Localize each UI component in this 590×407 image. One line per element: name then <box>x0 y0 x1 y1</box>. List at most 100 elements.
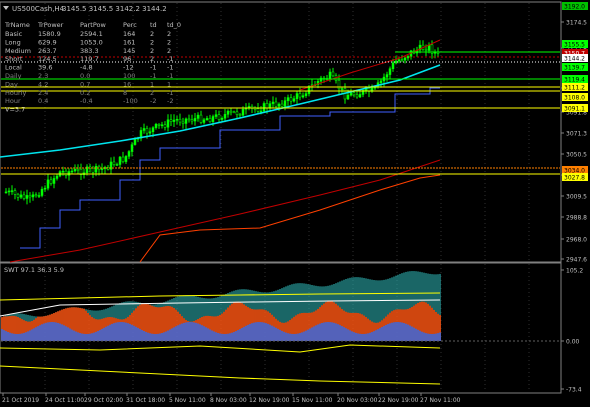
candle-body <box>346 94 350 100</box>
candle-body <box>391 62 395 69</box>
candle-body <box>379 80 383 83</box>
table-cell-td0: -1 <box>167 64 173 72</box>
candle-body <box>211 116 215 122</box>
indicator-tick-label: 0.00 <box>566 339 580 346</box>
price-label-text: 3119.4 <box>564 77 585 84</box>
candle-body <box>130 144 134 152</box>
candle-body <box>268 103 272 109</box>
table-cell-power: 2.4 <box>38 89 48 97</box>
table-cell-part: 2594.1 <box>80 30 103 38</box>
candle-body <box>199 114 203 123</box>
candle-body <box>256 108 260 112</box>
candle-body <box>148 131 152 134</box>
table-cell-perc: -12 <box>123 64 134 72</box>
table-cell-td: -1 <box>150 72 156 80</box>
table-header-5: td_0 <box>167 21 181 29</box>
candle-body <box>154 124 158 128</box>
table-cell-power: 2.3 <box>38 72 48 80</box>
table-cell-perc: 145 <box>123 47 135 55</box>
trend-step-line <box>139 174 441 263</box>
candle-body <box>49 179 53 184</box>
candle-body <box>259 110 263 113</box>
table-cell-part: 119.7 <box>80 55 99 63</box>
candle-body <box>121 156 125 162</box>
candle-body <box>145 128 149 134</box>
price-label-tag: 3111.2 <box>562 83 588 92</box>
candle-body <box>352 92 356 96</box>
candle-body <box>184 118 188 124</box>
price-label-tag: 3144.2 <box>562 54 588 63</box>
candle-body <box>292 98 296 102</box>
candle-body <box>214 114 218 117</box>
table-cell-td0: -1 <box>167 55 173 63</box>
candle-body <box>67 171 71 176</box>
price-label-tag: 3192.0 <box>562 2 588 11</box>
candle-body <box>190 119 194 122</box>
candle-body <box>28 195 32 198</box>
time-tick-label: 8 Nov 03:00 <box>210 397 247 404</box>
table-cell-td0: 2 <box>167 47 171 55</box>
chart-window[interactable]: US500Cash,H4 3145.5 3145.5 3142.2 3144.2… <box>0 0 590 407</box>
swt-indicator[interactable] <box>0 264 560 392</box>
time-tick-label: 5 Nov 11:00 <box>169 397 206 404</box>
candle-body <box>208 118 212 122</box>
candle-body <box>223 114 227 119</box>
candle-body <box>232 111 236 114</box>
table-cell-td0: -1 <box>167 72 173 80</box>
price-label-text: 3192.0 <box>564 4 585 11</box>
table-cell-name: Local <box>5 64 22 72</box>
candle-body <box>403 57 407 61</box>
candle-body <box>331 71 335 77</box>
table-cell-td: 1 <box>150 80 154 88</box>
table-cell-td: 2 <box>150 55 154 63</box>
table-cell-power: 4.2 <box>38 80 48 88</box>
price-label-text: 3155.5 <box>564 42 585 49</box>
candle-body <box>64 170 68 176</box>
table-header-1: TrPower <box>37 21 64 29</box>
candle-body <box>178 118 182 123</box>
table-cell-perc: 161 <box>123 38 135 46</box>
candle-body <box>22 194 26 199</box>
table-cell-part: 0.2 <box>80 89 90 97</box>
candle-body <box>91 167 95 173</box>
candle-body <box>37 195 41 197</box>
candle-body <box>61 170 65 173</box>
candle-body <box>34 194 38 197</box>
table-header-2: PartPow <box>80 21 106 29</box>
candle-body <box>151 127 155 132</box>
candle-body <box>133 138 137 145</box>
table-cell-perc: 16 <box>123 80 131 88</box>
candle-body <box>388 68 392 75</box>
price-label-tag: 3139.7 <box>562 63 588 72</box>
triangle-down-icon[interactable] <box>3 6 9 10</box>
candle-body <box>193 118 197 122</box>
candle-body <box>175 118 179 121</box>
table-cell-power: 39.6 <box>38 64 52 72</box>
symbol-title: US500Cash,H4 <box>12 5 65 13</box>
candle-body <box>274 101 278 107</box>
candle-body <box>142 128 146 131</box>
candle-body <box>16 194 20 198</box>
candle-body <box>349 92 353 96</box>
candle-body <box>160 124 164 126</box>
candle-body <box>31 194 35 198</box>
candle-body <box>424 49 428 51</box>
candle-body <box>115 164 119 166</box>
table-cell-td: -1 <box>150 64 156 72</box>
candle-body <box>301 95 305 98</box>
candle-body <box>295 93 299 99</box>
price-axis: 3174.53133.83112.33091.83071.33050.53030… <box>561 2 588 264</box>
candle-body <box>283 100 287 107</box>
table-cell-td: -2 <box>150 97 156 105</box>
price-tick-label: 2947.6 <box>566 257 587 264</box>
candle-body <box>70 170 74 173</box>
table-cell-part: 383.3 <box>80 47 99 55</box>
table-header-0: TrName <box>4 21 30 29</box>
candle-body <box>187 118 191 121</box>
table-cell-td: 2 <box>150 47 154 55</box>
candle-body <box>265 103 269 109</box>
candle-body <box>406 56 410 59</box>
candle-body <box>124 156 128 162</box>
candle-body <box>229 110 233 113</box>
table-cell-part: -4.8 <box>80 64 93 72</box>
